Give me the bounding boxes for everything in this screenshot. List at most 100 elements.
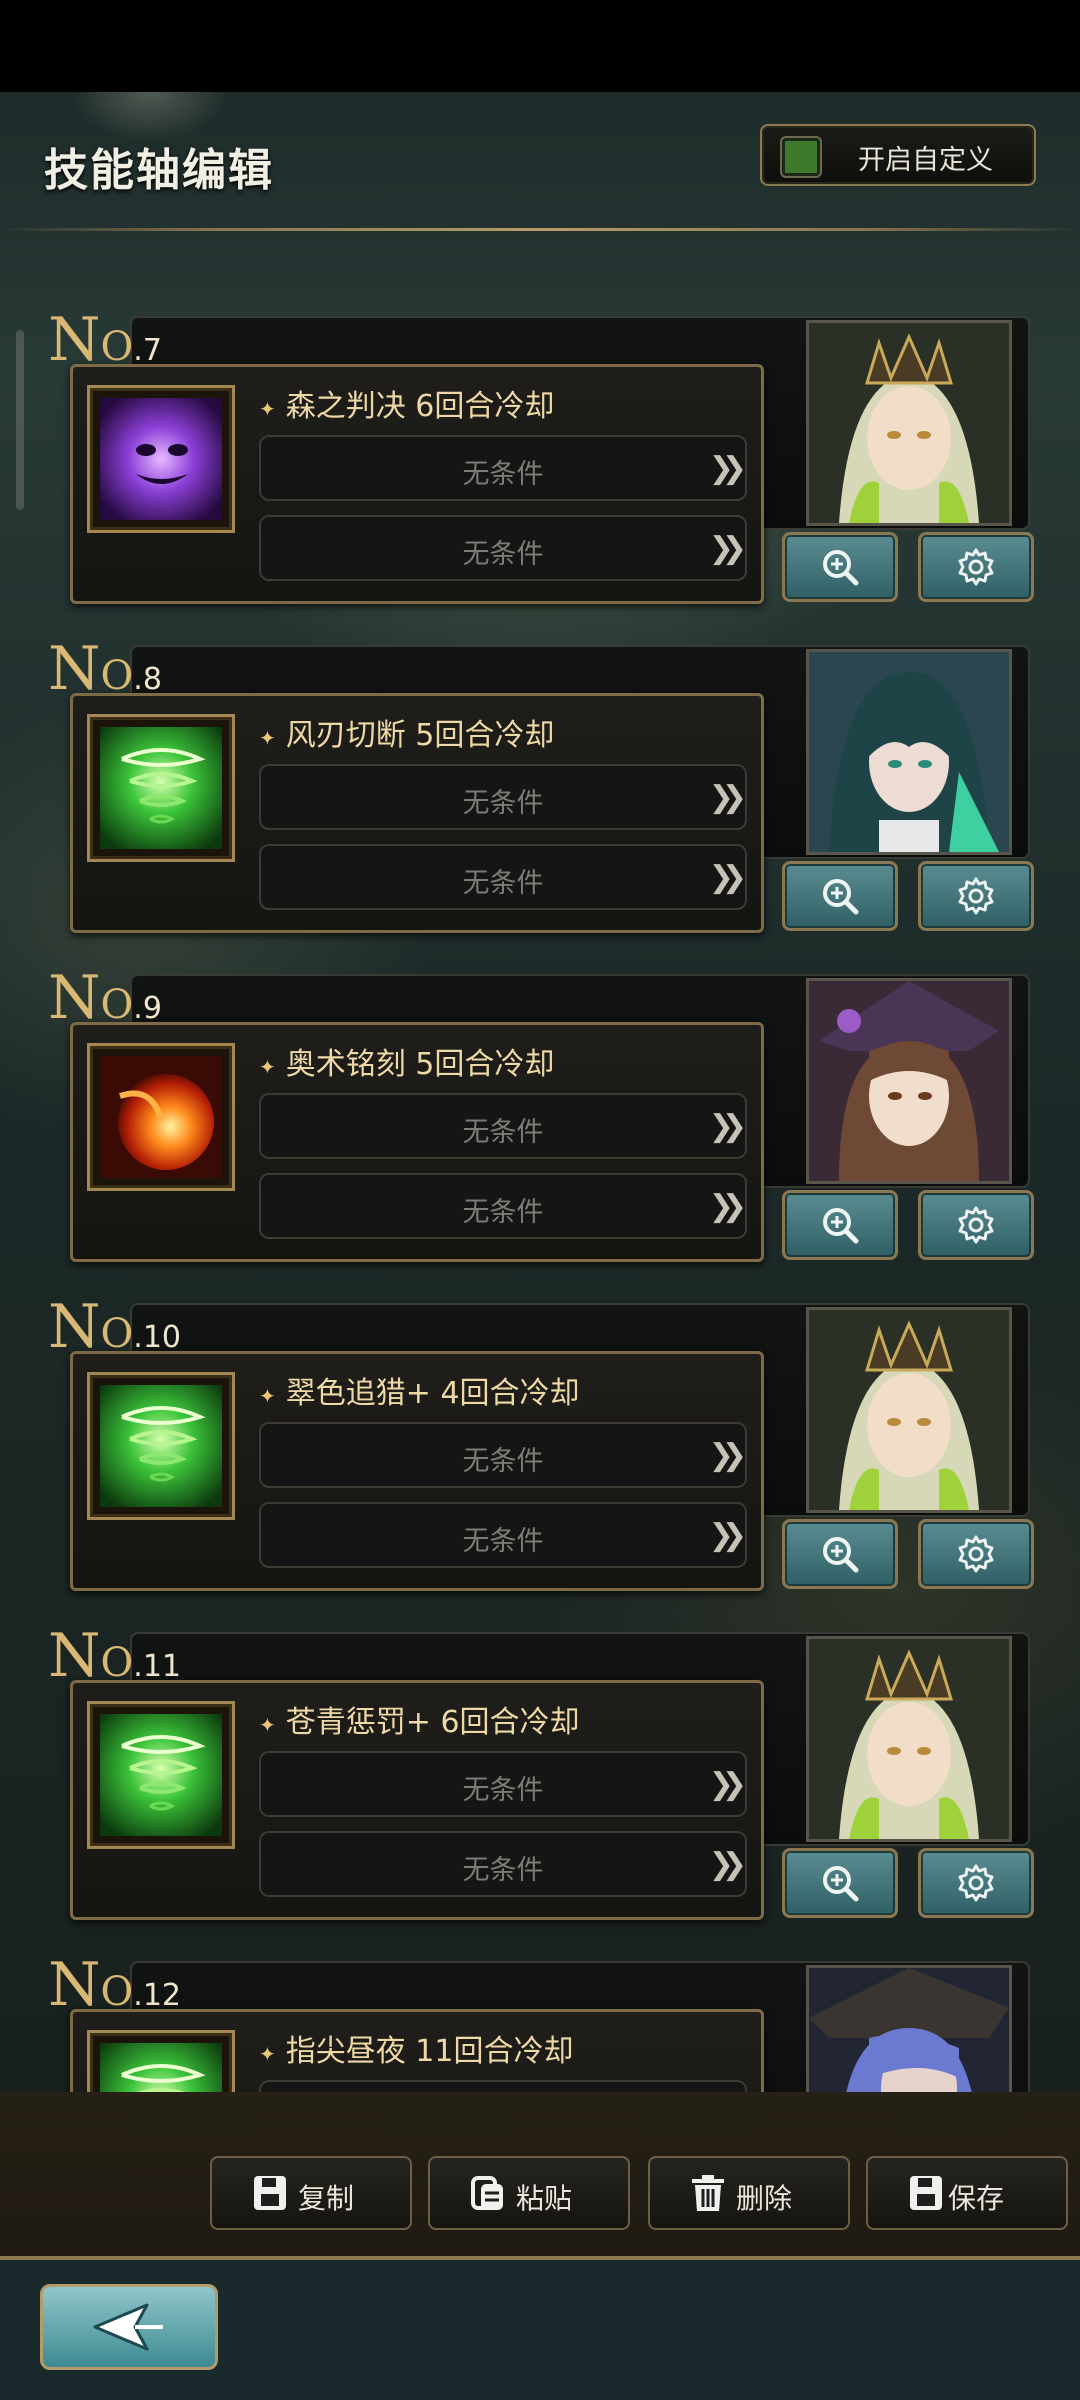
teal-hair-girl-portrait[interactable] — [806, 649, 1012, 855]
settings-button[interactable] — [918, 1848, 1034, 1918]
skill-panel[interactable]: ✦ 风刃切断 5回合冷却 无条件 ❯❯ 无条件 ❯❯ — [70, 693, 764, 933]
save-label: 保存 — [948, 2182, 1005, 2215]
condition-text: 无条件 — [462, 459, 544, 490]
condition-text: 无条件 — [462, 539, 544, 570]
skill-panel[interactable]: ✦ 苍青惩罚+ 6回合冷却 无条件 ❯❯ 无条件 ❯❯ — [70, 1680, 764, 1920]
copy-label: 复制 — [298, 2182, 355, 2215]
double-chevron-right-icon: ❯❯ — [708, 860, 747, 895]
skill-panel[interactable]: ✦ 翠色追猎+ 4回合冷却 无条件 ❯❯ 无条件 ❯❯ — [70, 1351, 764, 1591]
double-chevron-right-icon: ❯❯ — [708, 1767, 747, 1802]
zoom-in-icon — [823, 1866, 859, 1902]
header-divider — [0, 228, 1080, 231]
star-icon: ✦ — [259, 397, 276, 421]
double-chevron-right-icon: ❯❯ — [708, 1438, 747, 1473]
skill-icon-frame[interactable] — [87, 1372, 235, 1520]
skill-list[interactable]: NO.7 ✦ 森之判决 6回合冷却 无条件 ❯❯ 无条件 ❯❯ NO.8 ✦ 风… — [0, 290, 1080, 2092]
gear-icon — [958, 1864, 994, 1902]
double-chevron-right-icon: ❯❯ — [708, 1518, 747, 1553]
condition-slot-1[interactable]: 无条件 ❯❯ — [259, 435, 747, 501]
skill-icon-frame[interactable] — [87, 1043, 235, 1191]
back-arrow-icon — [93, 2303, 163, 2351]
zoom-in-icon — [823, 550, 859, 586]
zoom-button[interactable] — [782, 532, 898, 602]
skill-icon-frame[interactable] — [87, 2030, 235, 2092]
skill-number-value: .12 — [133, 1978, 182, 2013]
skill-row-5: NO.11 ✦ 苍青惩罚+ 6回合冷却 无条件 ❯❯ 无条件 ❯❯ — [0, 1616, 1080, 1920]
zoom-in-icon — [823, 879, 859, 915]
fireball-icon — [100, 1056, 222, 1178]
skill-name: 指尖昼夜 11回合冷却 — [285, 2034, 574, 2069]
condition-slot-1[interactable]: 无条件 ❯❯ — [259, 2080, 747, 2092]
condition-slot-2[interactable]: 无条件 ❯❯ — [259, 1831, 747, 1897]
skill-number: NO.12 — [48, 1955, 182, 2015]
zoom-button[interactable] — [782, 1519, 898, 1589]
blue-hair-hat-portrait[interactable] — [806, 1965, 1012, 2092]
skill-panel[interactable]: ✦ 森之判决 6回合冷却 无条件 ❯❯ 无条件 ❯❯ — [70, 364, 764, 604]
skill-title: ✦ 风刃切断 5回合冷却 — [259, 710, 554, 754]
condition-slot-2[interactable]: 无条件 ❯❯ — [259, 844, 747, 910]
condition-text: 无条件 — [462, 1197, 544, 1228]
condition-slot-2[interactable]: 无条件 ❯❯ — [259, 1173, 747, 1239]
copy-button[interactable]: 复制 — [210, 2156, 412, 2230]
settings-button[interactable] — [918, 861, 1034, 931]
settings-button[interactable] — [918, 1190, 1034, 1260]
skill-row-4: NO.10 ✦ 翠色追猎+ 4回合冷却 无条件 ❯❯ 无条件 ❯❯ — [0, 1287, 1080, 1591]
delete-button[interactable]: 删除 — [648, 2156, 850, 2230]
clipboard-icon — [471, 2176, 503, 2210]
save-button[interactable]: 保存 — [866, 2156, 1068, 2230]
custom-toggle-label: 开启自定义 — [858, 145, 993, 176]
condition-text: 无条件 — [462, 1526, 544, 1557]
skill-icon-frame[interactable] — [87, 385, 235, 533]
skill-number: NO.8 — [48, 639, 162, 699]
star-icon: ✦ — [259, 2042, 276, 2066]
skill-icon-frame[interactable] — [87, 1701, 235, 1849]
back-button[interactable] — [40, 2284, 218, 2370]
skill-title: ✦ 奥术铭刻 5回合冷却 — [259, 1039, 554, 1083]
skill-number: NO.11 — [48, 1626, 182, 1686]
condition-slot-2[interactable]: 无条件 ❯❯ — [259, 515, 747, 581]
skill-number-value: .11 — [133, 1649, 182, 1684]
condition-slot-1[interactable]: 无条件 ❯❯ — [259, 1751, 747, 1817]
zoom-button[interactable] — [782, 1190, 898, 1260]
skill-name: 森之判决 6回合冷却 — [285, 389, 555, 424]
paste-label: 粘贴 — [516, 2182, 573, 2215]
condition-slot-2[interactable]: 无条件 ❯❯ — [259, 1502, 747, 1568]
skill-number: NO.9 — [48, 968, 162, 1028]
skill-row-2: NO.8 ✦ 风刃切断 5回合冷却 无条件 ❯❯ 无条件 ❯❯ — [0, 629, 1080, 933]
star-icon: ✦ — [259, 726, 276, 750]
condition-slot-1[interactable]: 无条件 ❯❯ — [259, 1422, 747, 1488]
gear-icon — [958, 877, 994, 915]
skill-number-value: .7 — [133, 333, 162, 368]
antler-crown-girl-portrait[interactable] — [806, 1636, 1012, 1842]
settings-button[interactable] — [918, 1519, 1034, 1589]
antler-crown-girl-portrait[interactable] — [806, 1307, 1012, 1513]
zoom-button[interactable] — [782, 1848, 898, 1918]
skill-name: 苍青惩罚+ 6回合冷却 — [285, 1705, 580, 1740]
gear-icon — [958, 548, 994, 586]
skill-panel[interactable]: ✦ 奥术铭刻 5回合冷却 无条件 ❯❯ 无条件 ❯❯ — [70, 1022, 764, 1262]
custom-checkbox[interactable] — [782, 138, 820, 176]
skill-icon-frame[interactable] — [87, 714, 235, 862]
skill-title: ✦ 指尖昼夜 11回合冷却 — [259, 2026, 573, 2070]
condition-slot-1[interactable]: 无条件 ❯❯ — [259, 1093, 747, 1159]
floppy-icon — [254, 2176, 286, 2210]
settings-button[interactable] — [918, 532, 1034, 602]
skill-title: ✦ 翠色追猎+ 4回合冷却 — [259, 1368, 580, 1412]
condition-text: 无条件 — [462, 1446, 544, 1477]
skill-name: 翠色追猎+ 4回合冷却 — [285, 1376, 580, 1411]
double-chevron-right-icon: ❯❯ — [708, 531, 747, 566]
skill-panel[interactable]: ✦指尖昼夜 11回合冷却 无条件 ❯❯ 无条件 ❯❯ — [70, 2009, 764, 2092]
condition-text: 无条件 — [462, 868, 544, 899]
gear-icon — [958, 1535, 994, 1573]
custom-toggle[interactable]: 开启自定义 — [760, 124, 1036, 186]
condition-slot-1[interactable]: 无条件 ❯❯ — [259, 764, 747, 830]
double-chevron-right-icon: ❯❯ — [708, 451, 747, 486]
green-tornado-icon — [100, 2043, 222, 2092]
zoom-button[interactable] — [782, 861, 898, 931]
brown-hair-witch-portrait[interactable] — [806, 978, 1012, 1184]
green-tornado-icon — [100, 1385, 222, 1507]
antler-crown-girl-portrait[interactable] — [806, 320, 1012, 526]
skill-row-6: NO.12 ✦指尖昼夜 11回合冷却 无条件 ❯❯ 无条件 ❯❯ — [0, 1945, 1080, 2092]
skill-number-value: .10 — [133, 1320, 182, 1355]
paste-button[interactable]: 粘贴 — [428, 2156, 630, 2230]
